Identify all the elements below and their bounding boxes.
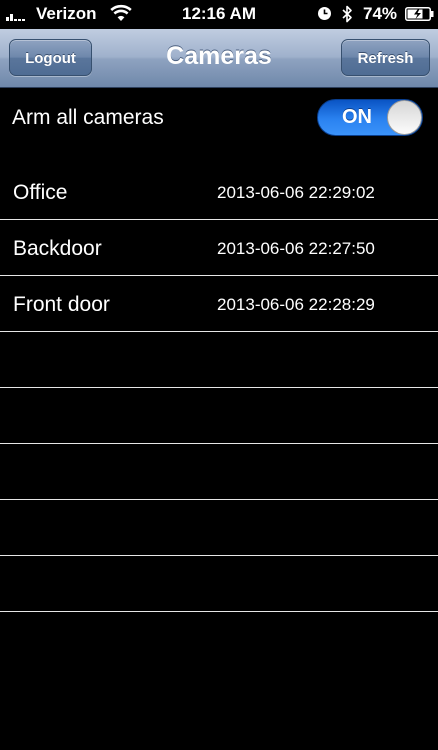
camera-list: Office 2013-06-06 22:29:02 Backdoor 2013… (0, 164, 438, 612)
camera-row-front-door[interactable]: Front door 2013-06-06 22:28:29 (0, 276, 438, 332)
arm-all-row: Arm all cameras ON (0, 88, 438, 148)
empty-row (0, 332, 438, 388)
toggle-knob[interactable] (387, 100, 422, 135)
camera-name: Office (13, 181, 68, 204)
bluetooth-icon (342, 5, 352, 23)
arm-all-toggle[interactable]: ON (317, 99, 423, 136)
empty-row (0, 388, 438, 444)
battery-percent: 74% (363, 4, 398, 23)
camera-name: Backdoor (13, 237, 102, 260)
empty-row (0, 556, 438, 612)
refresh-button[interactable]: Refresh (341, 39, 430, 76)
status-bar: Verizon 12:16 AM 74% (0, 0, 438, 29)
navigation-bar: Logout Cameras Refresh (0, 29, 438, 88)
toggle-on-label: ON (342, 106, 372, 128)
camera-name: Front door (13, 293, 110, 316)
camera-timestamp: 2013-06-06 22:27:50 (217, 239, 375, 258)
battery-icon (405, 7, 434, 21)
camera-timestamp: 2013-06-06 22:29:02 (217, 183, 375, 202)
empty-row (0, 444, 438, 500)
camera-row-backdoor[interactable]: Backdoor 2013-06-06 22:27:50 (0, 220, 438, 276)
empty-row (0, 500, 438, 556)
camera-row-office[interactable]: Office 2013-06-06 22:29:02 (0, 164, 438, 220)
camera-timestamp: 2013-06-06 22:28:29 (217, 295, 375, 314)
arm-all-label: Arm all cameras (12, 106, 164, 129)
clock-icon (318, 7, 331, 20)
